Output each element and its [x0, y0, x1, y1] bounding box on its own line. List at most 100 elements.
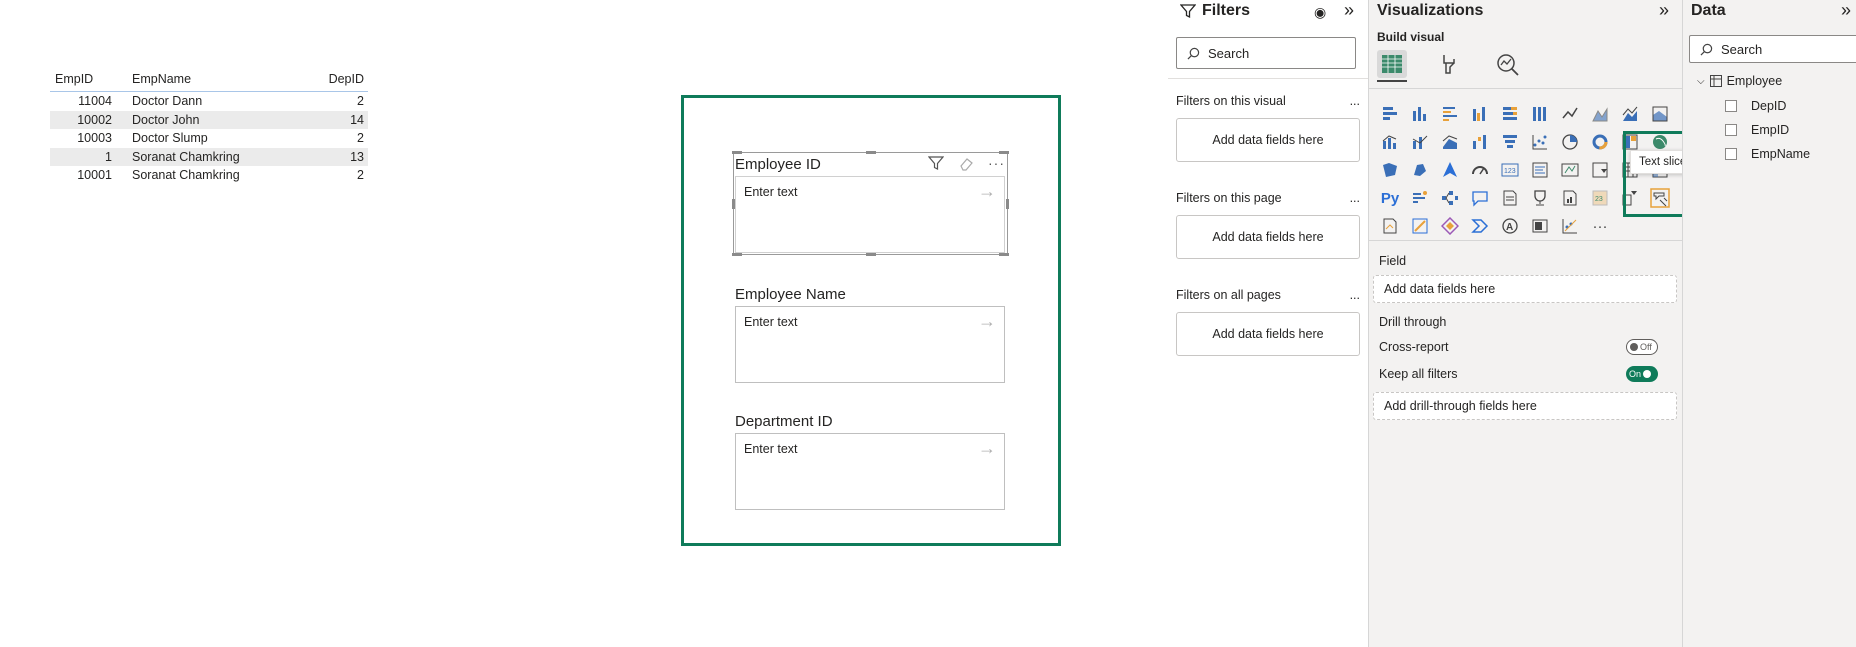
- python-visual-icon[interactable]: Py: [1375, 184, 1405, 212]
- toggle-knob: [1630, 343, 1638, 351]
- slicer-employee-id[interactable]: Employee ID Enter text →: [735, 154, 1005, 253]
- field-name: DepID: [1751, 99, 1787, 113]
- cross-report-toggle[interactable]: Off: [1626, 339, 1658, 355]
- arrow-right-icon[interactable]: →: [978, 311, 996, 332]
- chevron-down-icon[interactable]: ⌵: [1697, 76, 1705, 87]
- stacked-column-chart-icon[interactable]: [1405, 100, 1435, 128]
- table-row[interactable]: 10001 Soranat Chamkring 2: [50, 166, 368, 185]
- more-options-icon[interactable]: ...: [1350, 94, 1360, 108]
- chevron-visual-icon[interactable]: [1465, 212, 1495, 240]
- power-apps-icon[interactable]: 23: [1585, 184, 1615, 212]
- table-row[interactable]: 10002 Doctor John 14: [50, 110, 368, 129]
- diamond-visual-icon[interactable]: [1435, 212, 1465, 240]
- line-chart-icon[interactable]: [1555, 100, 1585, 128]
- clustered-column-chart-icon[interactable]: [1465, 100, 1495, 128]
- arrow-right-icon[interactable]: →: [978, 438, 996, 459]
- ai-visual-icon[interactable]: [1405, 212, 1435, 240]
- pie-chart-icon[interactable]: [1555, 128, 1585, 156]
- resize-handle[interactable]: [999, 253, 1009, 256]
- area-chart-icon[interactable]: [1585, 100, 1615, 128]
- data-search-input[interactable]: Search: [1689, 35, 1856, 63]
- data-field-item[interactable]: EmpID: [1725, 123, 1789, 137]
- table-row[interactable]: 11004 Doctor Dann 2: [50, 92, 368, 111]
- data-field-item[interactable]: DepID: [1725, 99, 1786, 113]
- data-table-employee[interactable]: ⌵ Employee: [1697, 74, 1782, 88]
- more-visuals-icon[interactable]: ···: [1585, 212, 1615, 240]
- filters-search-input[interactable]: Search: [1176, 37, 1356, 69]
- filter-icon: [1180, 4, 1196, 19]
- field-checkbox[interactable]: [1725, 100, 1737, 112]
- 100-stacked-bar-icon[interactable]: [1495, 100, 1525, 128]
- table-visual[interactable]: EmpID EmpName DepID 11004 Doctor Dann 2 …: [50, 66, 368, 185]
- more-options-icon[interactable]: ...: [1350, 288, 1360, 302]
- filters-drop-zone[interactable]: Add data fields here: [1176, 312, 1360, 356]
- slicer-employee-name[interactable]: Employee Name Enter text →: [735, 284, 1005, 383]
- multi-row-card-icon[interactable]: [1525, 156, 1555, 184]
- column-header-empname[interactable]: EmpName: [120, 72, 320, 86]
- visualizations-pane: Visualizations » Build visual 123 Py 23 …: [1369, 0, 1682, 647]
- line-stacked-column-icon[interactable]: [1375, 128, 1405, 156]
- shape-map-icon[interactable]: [1405, 156, 1435, 184]
- ribbon-icon[interactable]: [1435, 128, 1465, 156]
- collapse-pane-icon[interactable]: »: [1659, 0, 1669, 21]
- resize-handle[interactable]: [866, 253, 876, 256]
- power-automate-icon[interactable]: [1375, 212, 1405, 240]
- funnel-chart-icon[interactable]: [1495, 128, 1525, 156]
- card-icon[interactable]: 123: [1495, 156, 1525, 184]
- slicer-icon[interactable]: [1585, 156, 1615, 184]
- azure-map-icon[interactable]: [1435, 156, 1465, 184]
- slicer-text-input[interactable]: Enter text →: [735, 306, 1005, 383]
- field-drop-zone[interactable]: Add data fields here: [1373, 275, 1677, 303]
- more-options-icon[interactable]: ...: [1350, 191, 1360, 205]
- filters-drop-zone[interactable]: Add data fields here: [1176, 215, 1360, 259]
- keep-all-filters-toggle[interactable]: On: [1626, 366, 1658, 382]
- table-row[interactable]: 10003 Doctor Slump 2: [50, 129, 368, 148]
- arrow-right-icon[interactable]: →: [978, 181, 996, 202]
- filters-section-all-pages: Filters on all pages ...: [1176, 288, 1360, 302]
- copilot-narrative-icon[interactable]: A: [1495, 212, 1525, 240]
- field-checkbox[interactable]: [1725, 124, 1737, 136]
- slicer-text-input[interactable]: Enter text →: [735, 176, 1005, 253]
- data-field-item[interactable]: EmpName: [1725, 147, 1810, 161]
- eye-icon[interactable]: ◉: [1314, 4, 1326, 21]
- gauge-icon[interactable]: [1465, 156, 1495, 184]
- paginated-report-icon[interactable]: [1555, 184, 1585, 212]
- column-header-depid[interactable]: DepID: [320, 72, 368, 86]
- field-checkbox[interactable]: [1725, 148, 1737, 160]
- svg-text:123: 123: [1504, 168, 1516, 175]
- ribbon-chart-icon[interactable]: [1645, 100, 1675, 128]
- slicer-placeholder: Enter text: [744, 185, 798, 199]
- build-visual-tab[interactable]: [1377, 50, 1407, 78]
- format-visual-tab[interactable]: [1437, 52, 1461, 81]
- key-influencers-icon[interactable]: [1405, 184, 1435, 212]
- clustered-bar-chart-icon[interactable]: [1435, 100, 1465, 128]
- slicer-text-input[interactable]: Enter text →: [735, 433, 1005, 510]
- kpi-icon[interactable]: [1555, 156, 1585, 184]
- 100-stacked-column-icon[interactable]: [1525, 100, 1555, 128]
- table-row[interactable]: 1 Soranat Chamkring 13: [50, 147, 368, 166]
- stacked-bar-chart-icon[interactable]: [1375, 100, 1405, 128]
- scatter-line-icon[interactable]: [1555, 212, 1585, 240]
- collapse-pane-icon[interactable]: »: [1344, 0, 1354, 21]
- collapse-pane-icon[interactable]: »: [1841, 0, 1851, 21]
- decomposition-tree-icon[interactable]: [1435, 184, 1465, 212]
- drill-through-drop-zone[interactable]: Add drill-through fields here: [1373, 392, 1677, 420]
- filters-section-visual: Filters on this visual ...: [1176, 94, 1360, 108]
- waterfall-chart-icon[interactable]: [1465, 128, 1495, 156]
- metrics-icon[interactable]: [1525, 184, 1555, 212]
- donut-chart-icon[interactable]: [1585, 128, 1615, 156]
- resize-handle[interactable]: [1006, 199, 1009, 209]
- filters-drop-zone[interactable]: Add data fields here: [1176, 118, 1360, 162]
- stacked-area-chart-icon[interactable]: [1615, 100, 1645, 128]
- slicer-department-id[interactable]: Department ID Enter text →: [735, 411, 1005, 510]
- report-canvas[interactable]: EmpID EmpName DepID 11004 Doctor Dann 2 …: [0, 0, 1168, 647]
- filled-map-icon[interactable]: [1375, 156, 1405, 184]
- qa-visual-icon[interactable]: [1465, 184, 1495, 212]
- resize-handle[interactable]: [732, 253, 742, 256]
- analytics-tab[interactable]: [1495, 52, 1521, 83]
- line-clustered-column-icon[interactable]: [1405, 128, 1435, 156]
- scatter-chart-icon[interactable]: [1525, 128, 1555, 156]
- excel-visual-icon[interactable]: [1525, 212, 1555, 240]
- smart-narrative-icon[interactable]: [1495, 184, 1525, 212]
- column-header-empid[interactable]: EmpID: [50, 72, 120, 86]
